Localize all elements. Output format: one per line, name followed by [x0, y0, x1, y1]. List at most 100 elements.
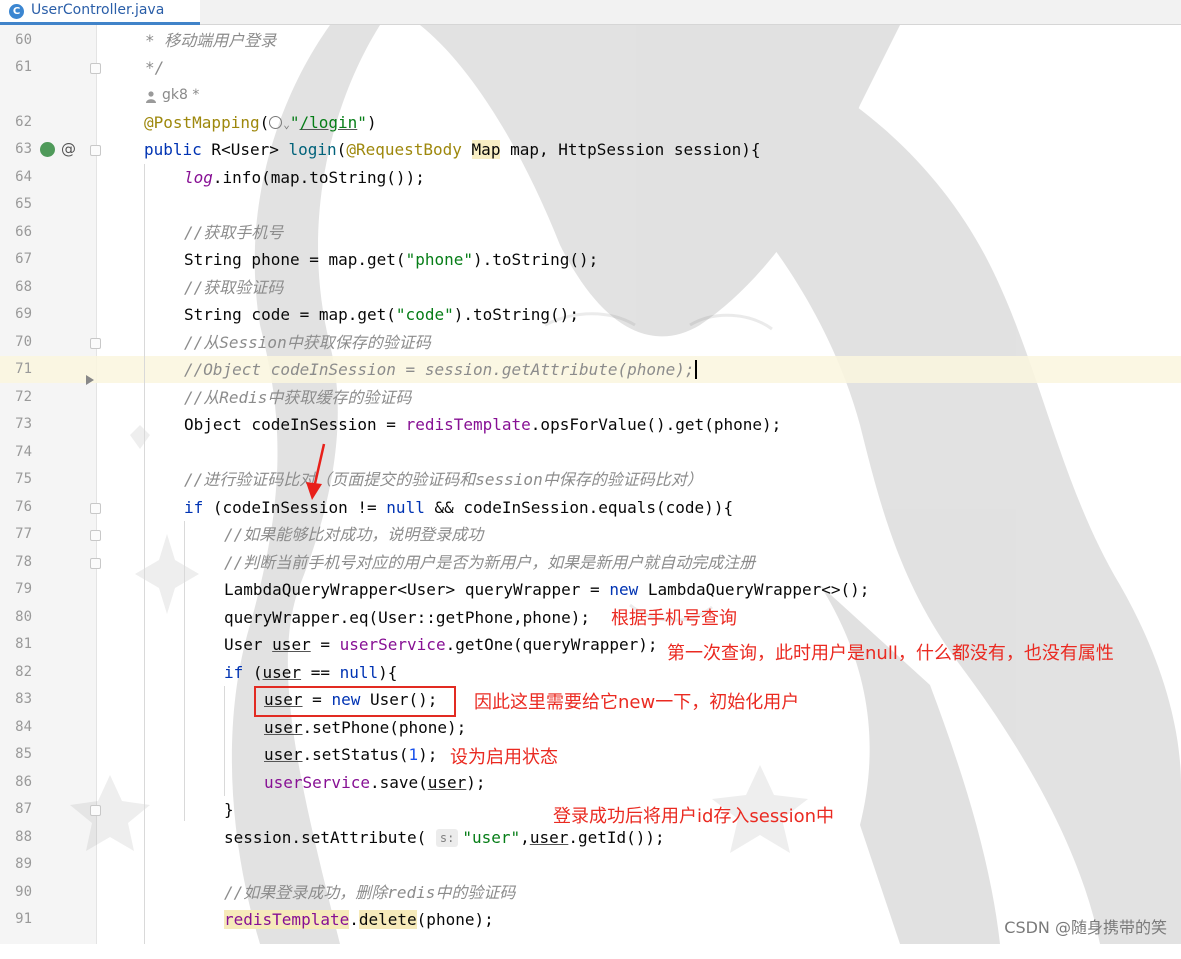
- line-number: 76: [15, 499, 32, 515]
- tab-user-controller[interactable]: C UserController.java: [0, 0, 200, 25]
- code-line[interactable]: 89: [0, 851, 1181, 878]
- fold-marker-icon[interactable]: [90, 338, 101, 349]
- code-line[interactable]: 62 @PostMapping(⌄"/login"): [0, 109, 1181, 136]
- code-line[interactable]: 70 //从Session中获取保存的验证码: [0, 329, 1181, 356]
- line-content: public R<User> login(@RequestBody Map ma…: [144, 140, 761, 159]
- breakpoint-arrow-icon[interactable]: [86, 375, 94, 385]
- person-icon: [146, 88, 156, 103]
- code-line[interactable]: 69 String code = map.get("code").toStrin…: [0, 301, 1181, 328]
- line-content: //如果登录成功，删除redis中的验证码: [224, 883, 516, 902]
- code-line[interactable]: 77 //如果能够比对成功，说明登录成功: [0, 521, 1181, 548]
- fold-marker-icon[interactable]: [90, 530, 101, 541]
- line-content: LambdaQueryWrapper<User> queryWrapper = …: [224, 580, 870, 599]
- text-caret: [694, 360, 697, 379]
- code-line[interactable]: 73 Object codeInSession = redisTemplate.…: [0, 411, 1181, 438]
- at-icon[interactable]: @: [61, 139, 76, 159]
- line-number: 86: [15, 774, 32, 790]
- parameter-hint: s:: [435, 829, 459, 847]
- line-content: @PostMapping(⌄"/login"): [144, 113, 377, 132]
- line-content: //如果能够比对成功，说明登录成功: [224, 525, 484, 544]
- code-line[interactable]: 64 log.info(map.toString());: [0, 164, 1181, 191]
- line-number: 77: [15, 526, 32, 542]
- line-number: 64: [15, 169, 32, 185]
- line-content-text: //Object codeInSession = session.getAttr…: [184, 360, 695, 379]
- code-line[interactable]: 78 //判断当前手机号对应的用户是否为新用户，如果是新用户就自动完成注册: [0, 549, 1181, 576]
- line-content: //判断当前手机号对应的用户是否为新用户，如果是新用户就自动完成注册: [224, 553, 756, 572]
- line-content: }: [224, 800, 234, 819]
- code-line[interactable]: 76 if (codeInSession != null && codeInSe…: [0, 494, 1181, 521]
- tab-label[interactable]: UserController.java: [31, 2, 164, 18]
- line-content: */: [145, 58, 165, 77]
- line-number: 63: [15, 141, 32, 157]
- annotation-store-session: 登录成功后将用户id存入session中: [553, 806, 835, 827]
- line-number: 82: [15, 664, 32, 680]
- code-line[interactable]: 61 */: [0, 54, 1181, 81]
- line-number: 60: [15, 32, 32, 48]
- indent-guide: [224, 686, 225, 796]
- csdn-watermark: CSDN @随身携带的笑: [1004, 918, 1167, 937]
- globe-icon[interactable]: [269, 116, 283, 129]
- indent-guide: [144, 164, 145, 944]
- line-number: 80: [15, 609, 32, 625]
- indent-guide: [184, 521, 185, 821]
- line-number: 89: [15, 856, 32, 872]
- line-number: 65: [15, 196, 32, 212]
- fold-marker-icon[interactable]: [90, 503, 101, 514]
- java-class-icon: C: [9, 4, 24, 19]
- editor-tab-bar: C UserController.java: [0, 0, 1181, 25]
- line-number: 90: [15, 884, 32, 900]
- line-content: log.info(map.toString());: [184, 168, 425, 187]
- line-number: 83: [15, 691, 32, 707]
- line-content: String code = map.get("code").toString()…: [184, 305, 579, 324]
- code-line[interactable]: 66 //获取手机号: [0, 219, 1181, 246]
- line-number: 75: [15, 471, 32, 487]
- code-line[interactable]: 74: [0, 439, 1181, 466]
- code-line-current[interactable]: 71 //Object codeInSession = session.getA…: [0, 356, 1181, 383]
- line-content: User user = userService.getOne(queryWrap…: [224, 635, 658, 654]
- line-content: if (codeInSession != null && codeInSessi…: [184, 498, 734, 517]
- line-number: 66: [15, 224, 32, 240]
- line-content: //进行验证码比对（页面提交的验证码和session中保存的验证码比对）: [184, 470, 703, 489]
- arrow-pointer-icon: [306, 443, 326, 500]
- code-line[interactable]: 88 session.setAttribute( s: "user",user.g…: [0, 824, 1181, 851]
- line-content: //从Redis中获取缓存的验证码: [184, 388, 412, 407]
- line-number: 81: [15, 636, 32, 652]
- line-number: 71: [15, 361, 32, 377]
- code-line[interactable]: 75 //进行验证码比对（页面提交的验证码和session中保存的验证码比对）: [0, 466, 1181, 493]
- code-line[interactable]: 72 //从Redis中获取缓存的验证码: [0, 375, 1181, 411]
- line-number: 70: [15, 334, 32, 350]
- line-number: 74: [15, 444, 32, 460]
- code-line[interactable]: 68 //获取验证码: [0, 274, 1181, 301]
- line-content: user.setPhone(phone);: [264, 718, 467, 737]
- line-number: 85: [15, 746, 32, 762]
- fold-marker-icon[interactable]: [90, 558, 101, 569]
- fold-marker-icon[interactable]: [90, 63, 101, 74]
- code-line[interactable]: 60 * 移动端用户登录: [0, 27, 1181, 54]
- code-line[interactable]: 90 //如果登录成功，删除redis中的验证码: [0, 879, 1181, 906]
- line-number: 79: [15, 581, 32, 597]
- code-line[interactable]: 63 @ public R<User> login(@RequestBody M…: [0, 136, 1181, 163]
- line-content: //获取验证码: [184, 278, 284, 297]
- code-line[interactable]: 86 userService.save(user);: [0, 769, 1181, 796]
- code-line[interactable]: 84 user.setPhone(phone);: [0, 714, 1181, 741]
- line-content: session.setAttribute( s: "user",user.getI…: [224, 828, 665, 847]
- fold-marker-icon[interactable]: [90, 145, 101, 156]
- line-content: redisTemplate.delete(phone);: [224, 910, 494, 929]
- fold-marker-icon[interactable]: [90, 805, 101, 816]
- line-number: 87: [15, 801, 32, 817]
- code-line[interactable]: 80 queryWrapper.eq(User::getPhone,phone)…: [0, 604, 1181, 631]
- code-line[interactable]: 85 user.setStatus(1);: [0, 741, 1181, 768]
- line-number: 62: [15, 114, 32, 130]
- author-hint-row: gk8 *: [0, 82, 1181, 109]
- line-number: 67: [15, 251, 32, 267]
- code-line[interactable]: 79 LambdaQueryWrapper<User> queryWrapper…: [0, 576, 1181, 603]
- author-hint[interactable]: gk8 *: [162, 82, 199, 109]
- annotation-enable-status: 设为启用状态: [450, 747, 558, 768]
- run-gutter-icon[interactable]: [40, 142, 55, 157]
- code-line[interactable]: 67 String phone = map.get("phone").toStr…: [0, 246, 1181, 273]
- line-content: //Object codeInSession = session.getAttr…: [184, 356, 697, 383]
- code-line[interactable]: 65: [0, 191, 1181, 218]
- line-content: Object codeInSession = redisTemplate.ops…: [184, 415, 782, 434]
- line-number: 73: [15, 416, 32, 432]
- line-content: if (user == null){: [224, 663, 398, 682]
